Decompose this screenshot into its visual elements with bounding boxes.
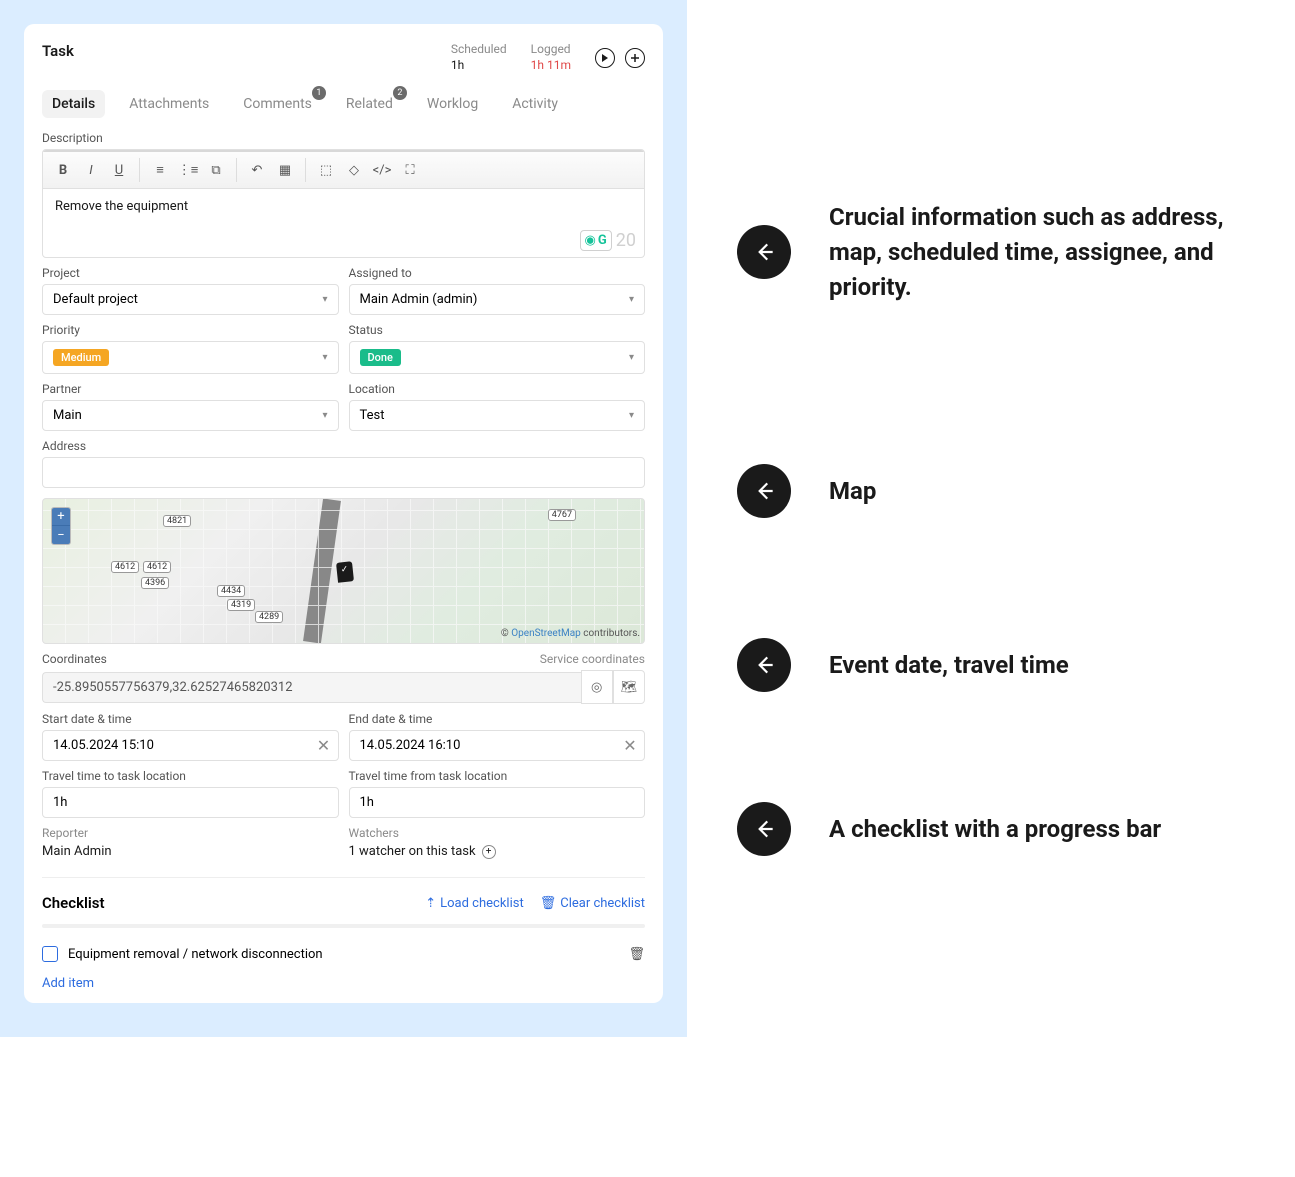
char-count: 20 (616, 230, 636, 251)
image-icon[interactable]: ⬚ (314, 158, 338, 182)
service-coords-link[interactable]: Service coordinates (540, 652, 645, 666)
checkbox[interactable] (42, 946, 58, 962)
code-icon[interactable]: </> (370, 158, 394, 182)
tab-attachments[interactable]: Attachments (119, 90, 219, 118)
assignee-select[interactable]: Main Admin (admin)▾ (349, 284, 646, 315)
add-item-button[interactable]: Add item (42, 976, 94, 991)
zoom-out-button[interactable]: − (52, 526, 70, 544)
clear-icon[interactable]: ✕ (310, 736, 338, 755)
editor-toolbar: B I U ≡ ⋮≡ ⧉ ↶ ▦ ⬚ ◇ </> ⛶ (43, 150, 644, 189)
map-pin-icon (336, 562, 354, 584)
checklist-section: Checklist ⇡Load checklist 🗑Clear checkli… (42, 877, 645, 991)
tab-worklog[interactable]: Worklog (417, 90, 488, 118)
map-attribution: © OpenStreetMap contributors. (501, 628, 640, 639)
logged-stat: Logged 1h 11m (531, 42, 571, 72)
partner-select[interactable]: Main▾ (42, 400, 339, 431)
trash-icon: 🗑 (540, 896, 557, 911)
italic-icon[interactable]: I (79, 158, 103, 182)
travel-from-input[interactable] (349, 787, 646, 818)
add-watcher-icon[interactable]: + (482, 845, 496, 859)
arrow-left-icon (737, 802, 791, 856)
locate-button[interactable]: ◎ (581, 670, 613, 704)
chevron-down-icon: ▾ (322, 352, 327, 363)
tab-comments[interactable]: Comments1 (233, 90, 322, 118)
tab-activity[interactable]: Activity (502, 90, 568, 118)
arrow-left-icon (737, 638, 791, 692)
reporter-value: Main Admin (42, 844, 339, 859)
delete-item-icon[interactable]: 🗑 (628, 947, 645, 962)
annotations-panel: Crucial information such as address, map… (687, 0, 1295, 1037)
load-checklist-button[interactable]: ⇡Load checklist (425, 896, 524, 911)
left-panel: Task Scheduled 1h Logged 1h 11m Details … (0, 0, 687, 1037)
fullscreen-icon[interactable]: ⛶ (398, 158, 422, 182)
scheduled-stat: Scheduled 1h (451, 42, 507, 72)
task-card: Task Scheduled 1h Logged 1h 11m Details … (24, 24, 663, 1003)
table-icon[interactable]: ▦ (273, 158, 297, 182)
chevron-down-icon: ▾ (629, 410, 634, 421)
watchers-value[interactable]: 1 watcher on this task+ (349, 844, 646, 859)
clear-checklist-button[interactable]: 🗑Clear checklist (540, 896, 645, 911)
description-input[interactable]: Remove the equipment ◉G 20 (43, 189, 644, 257)
location-select[interactable]: Test▾ (349, 400, 646, 431)
bullet-list-icon[interactable]: ⋮≡ (176, 158, 200, 182)
map[interactable]: + − 4821 4612 4612 4396 4434 4319 4289 4… (42, 498, 645, 644)
chevron-down-icon: ▾ (629, 294, 634, 305)
clear-icon[interactable]: ✕ (616, 736, 644, 755)
tabs: Details Attachments Comments1 Related2 W… (42, 90, 645, 119)
grammarly-icon[interactable]: ◉G (580, 230, 612, 251)
tab-related[interactable]: Related2 (336, 90, 403, 118)
project-select[interactable]: Default project▾ (42, 284, 339, 315)
chevron-down-icon: ▾ (322, 294, 327, 305)
annotation: Map (737, 464, 1245, 518)
description-label: Description (42, 131, 645, 145)
bold-icon[interactable]: B (51, 158, 75, 182)
tab-details[interactable]: Details (42, 90, 105, 118)
travel-to-input[interactable] (42, 787, 339, 818)
underline-icon[interactable]: U (107, 158, 131, 182)
link-icon[interactable]: ⧉ (204, 158, 228, 182)
chevron-down-icon: ▾ (629, 352, 634, 363)
priority-select[interactable]: Medium▾ (42, 341, 339, 374)
undo-icon[interactable]: ↶ (245, 158, 269, 182)
checklist-item: Equipment removal / network disconnectio… (42, 942, 645, 966)
arrow-left-icon (737, 464, 791, 518)
erase-icon[interactable]: ◇ (342, 158, 366, 182)
open-map-button[interactable]: 🗺 (613, 670, 645, 704)
annotation: Event date, travel time (737, 638, 1245, 692)
status-select[interactable]: Done▾ (349, 341, 646, 374)
annotation: A checklist with a progress bar (737, 802, 1245, 856)
chevron-down-icon: ▾ (322, 410, 327, 421)
arrow-left-icon (737, 225, 791, 279)
page-title: Task (42, 42, 74, 60)
coordinates-input[interactable] (42, 672, 581, 703)
checklist-progress (42, 924, 645, 928)
description-editor: B I U ≡ ⋮≡ ⧉ ↶ ▦ ⬚ ◇ </> ⛶ Remove the eq… (42, 149, 645, 258)
upload-icon: ⇡ (425, 896, 436, 911)
ordered-list-icon[interactable]: ≡ (148, 158, 172, 182)
zoom-in-button[interactable]: + (52, 508, 70, 526)
play-button[interactable] (595, 48, 615, 68)
add-button[interactable] (625, 48, 645, 68)
start-date-input[interactable]: ✕ (42, 730, 339, 761)
end-date-input[interactable]: ✕ (349, 730, 646, 761)
checklist-title: Checklist (42, 894, 105, 912)
annotation: Crucial information such as address, map… (737, 200, 1245, 304)
address-input[interactable] (42, 457, 645, 488)
